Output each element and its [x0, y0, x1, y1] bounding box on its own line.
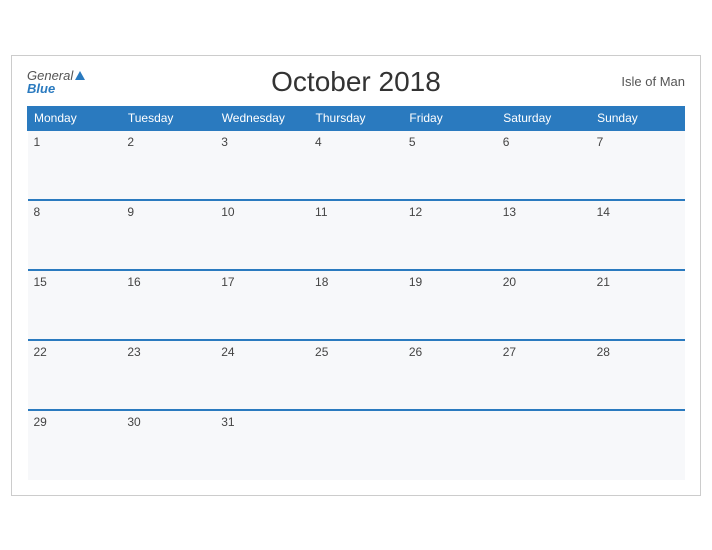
day-number: 10: [221, 205, 234, 219]
day-number: 24: [221, 345, 234, 359]
calendar-day: 7: [591, 130, 685, 200]
day-number: 6: [503, 135, 510, 149]
calendar-day: 11: [309, 200, 403, 270]
day-number: 11: [315, 205, 327, 219]
region-label: Isle of Man: [621, 74, 685, 89]
day-number: 18: [315, 275, 328, 289]
day-number: 21: [597, 275, 610, 289]
calendar-grid: MondayTuesdayWednesdayThursdayFridaySatu…: [27, 106, 685, 480]
calendar-day: 27: [497, 340, 591, 410]
day-number: 29: [34, 415, 47, 429]
day-number: 13: [503, 205, 516, 219]
day-number: 22: [34, 345, 47, 359]
dow-header: Friday: [403, 106, 497, 130]
calendar-day: 29: [28, 410, 122, 480]
calendar-day: 14: [591, 200, 685, 270]
month-title: October 2018: [271, 66, 441, 98]
calendar-day: 16: [121, 270, 215, 340]
calendar-day: 12: [403, 200, 497, 270]
day-number: 31: [221, 415, 234, 429]
calendar-day: 1: [28, 130, 122, 200]
day-number: 23: [127, 345, 140, 359]
calendar-day: [497, 410, 591, 480]
day-number: 17: [221, 275, 234, 289]
calendar-day: 15: [28, 270, 122, 340]
week-row: 1 2 3 4 5 6 7: [28, 130, 685, 200]
day-number: 27: [503, 345, 516, 359]
calendar-day: [591, 410, 685, 480]
calendar-day: 24: [215, 340, 309, 410]
calendar-day: 30: [121, 410, 215, 480]
day-number: 4: [315, 135, 322, 149]
calendar-day: 22: [28, 340, 122, 410]
calendar-day: 20: [497, 270, 591, 340]
day-number: 15: [34, 275, 47, 289]
logo: General Blue: [27, 69, 85, 95]
dow-header: Monday: [28, 106, 122, 130]
calendar-day: [403, 410, 497, 480]
calendar-day: 13: [497, 200, 591, 270]
calendar-day: 10: [215, 200, 309, 270]
calendar-day: 9: [121, 200, 215, 270]
calendar-day: 21: [591, 270, 685, 340]
dow-header: Saturday: [497, 106, 591, 130]
calendar-day: 26: [403, 340, 497, 410]
day-number: 14: [597, 205, 610, 219]
days-header-row: MondayTuesdayWednesdayThursdayFridaySatu…: [28, 106, 685, 130]
dow-header: Tuesday: [121, 106, 215, 130]
day-number: 16: [127, 275, 140, 289]
day-number: 7: [597, 135, 604, 149]
week-row: 29 30 31: [28, 410, 685, 480]
calendar-day: 19: [403, 270, 497, 340]
logo-general-text: General: [27, 69, 73, 82]
day-number: 8: [34, 205, 41, 219]
calendar-day: [309, 410, 403, 480]
logo-triangle-icon: [75, 71, 85, 80]
calendar-day: 18: [309, 270, 403, 340]
day-number: 28: [597, 345, 610, 359]
week-row: 22 23 24 25 26 27 28: [28, 340, 685, 410]
calendar-day: 6: [497, 130, 591, 200]
calendar-container: General Blue October 2018 Isle of Man Mo…: [11, 55, 701, 496]
week-row: 8 9 10 11 12 13 14: [28, 200, 685, 270]
calendar-day: 31: [215, 410, 309, 480]
calendar-day: 28: [591, 340, 685, 410]
logo-blue-text: Blue: [27, 82, 55, 95]
dow-header: Wednesday: [215, 106, 309, 130]
calendar-day: 3: [215, 130, 309, 200]
calendar-day: 17: [215, 270, 309, 340]
day-number: 20: [503, 275, 516, 289]
day-number: 12: [409, 205, 422, 219]
calendar-day: 23: [121, 340, 215, 410]
calendar-header: General Blue October 2018 Isle of Man: [27, 66, 685, 98]
calendar-day: 4: [309, 130, 403, 200]
dow-header: Sunday: [591, 106, 685, 130]
dow-header: Thursday: [309, 106, 403, 130]
day-number: 9: [127, 205, 134, 219]
day-number: 1: [34, 135, 41, 149]
calendar-day: 25: [309, 340, 403, 410]
day-number: 3: [221, 135, 228, 149]
calendar-day: 5: [403, 130, 497, 200]
day-number: 5: [409, 135, 416, 149]
day-number: 26: [409, 345, 422, 359]
calendar-day: 2: [121, 130, 215, 200]
day-number: 2: [127, 135, 134, 149]
day-number: 19: [409, 275, 422, 289]
calendar-day: 8: [28, 200, 122, 270]
day-number: 25: [315, 345, 328, 359]
week-row: 15 16 17 18 19 20 21: [28, 270, 685, 340]
day-number: 30: [127, 415, 140, 429]
